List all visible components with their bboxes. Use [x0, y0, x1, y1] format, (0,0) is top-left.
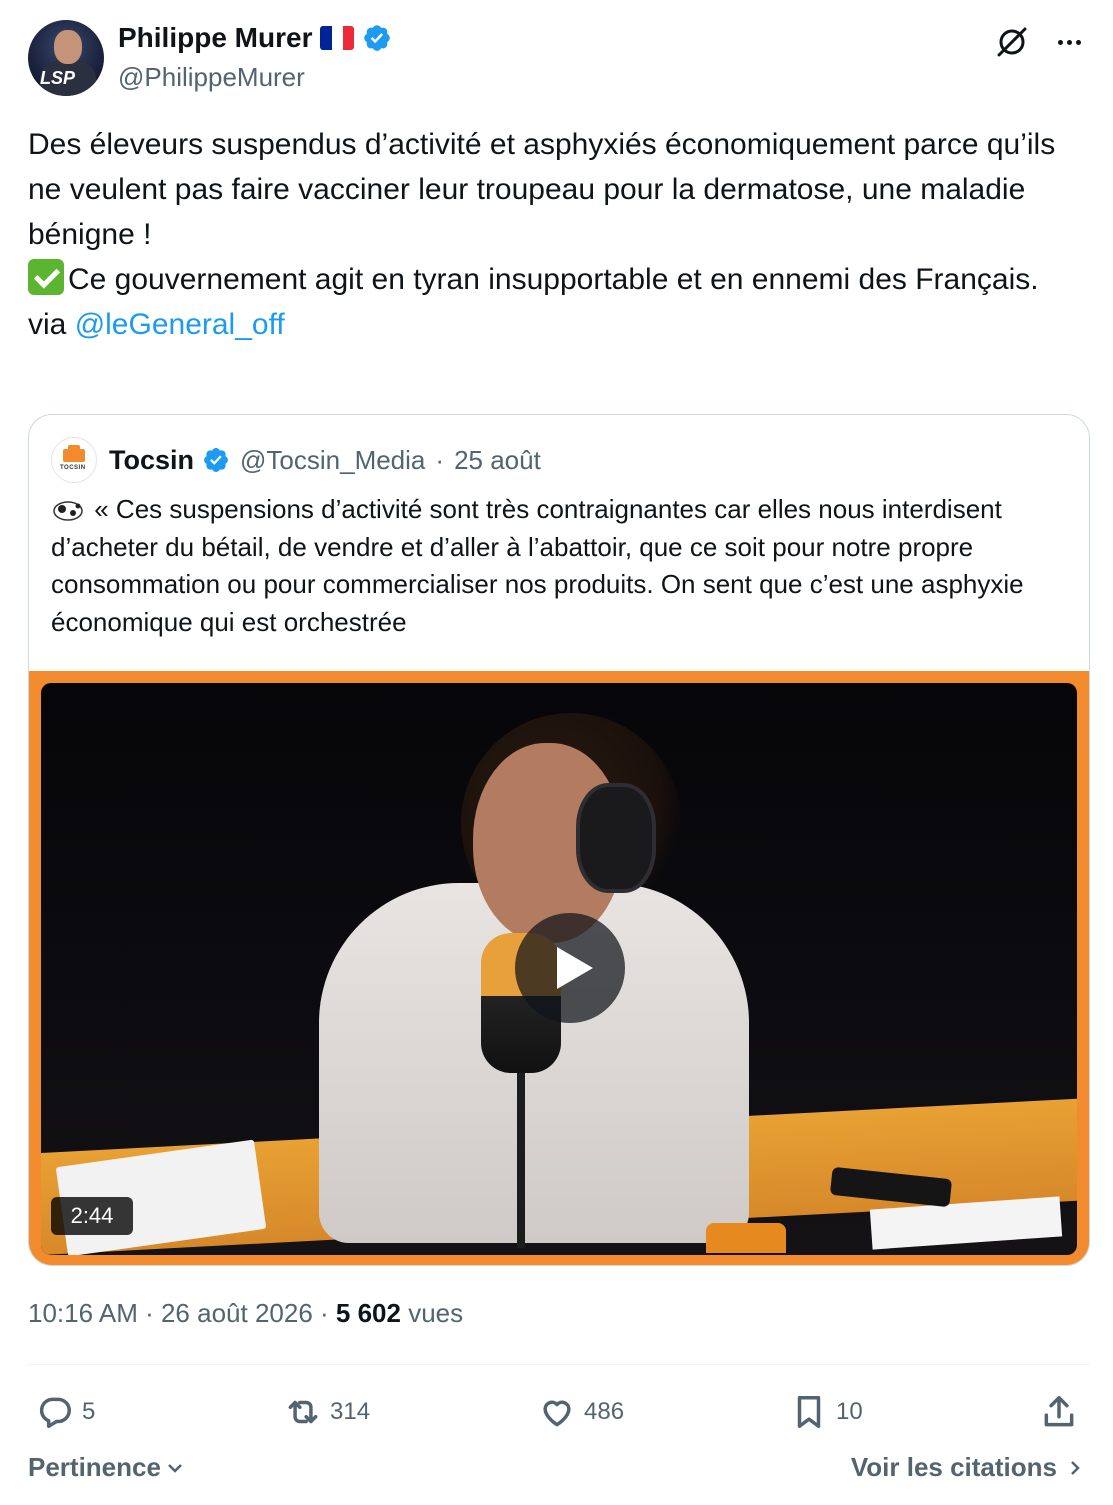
tweet-time[interactable]: 10:16 AM	[28, 1298, 138, 1328]
quoted-tweet[interactable]: TOCSIN Tocsin @Tocsin_Media · 25 août « …	[28, 414, 1090, 1266]
like-count: 486	[584, 1398, 625, 1425]
view-quotes-link[interactable]: Voir les citations	[851, 1452, 1085, 1483]
tweet-text: Des éleveurs suspendus d’activité et asp…	[28, 122, 1090, 347]
quoted-tweet-text: « Ces suspensions d’activité sont très c…	[51, 491, 1071, 641]
repost-icon	[288, 1400, 318, 1424]
quoted-tweet-date[interactable]: 25 août	[454, 445, 541, 476]
cow-icon	[53, 501, 83, 521]
bookmark-count: 10	[836, 1398, 863, 1425]
tweet-header: LSP Philippe Murer @PhilippeMurer	[28, 20, 1090, 98]
more-options-icon[interactable]	[1052, 24, 1086, 60]
reply-count: 5	[82, 1398, 96, 1425]
tocsin-logo-text: TOCSIN	[60, 465, 86, 471]
video-duration: 2:44	[51, 1197, 133, 1235]
quoted-tweet-header: TOCSIN Tocsin @Tocsin_Media · 25 août	[51, 437, 541, 483]
meta-separator: ·	[435, 444, 445, 475]
share-icon	[1044, 1396, 1074, 1427]
quoted-tweet-body: « Ces suspensions d’activité sont très c…	[51, 494, 1024, 637]
author-avatar[interactable]: LSP	[28, 20, 104, 96]
like-button[interactable]: 486	[538, 1388, 624, 1436]
quoted-author-name[interactable]: Tocsin	[109, 445, 194, 476]
verified-badge-icon	[364, 25, 391, 51]
via-label: via	[28, 308, 75, 341]
video-player[interactable]: 2:44	[29, 671, 1089, 1265]
sort-label: Pertinence	[28, 1452, 161, 1482]
divider	[28, 1364, 1090, 1365]
verified-badge-icon	[204, 448, 228, 472]
chevron-down-icon	[168, 1463, 182, 1473]
chevron-right-icon	[1071, 1460, 1080, 1475]
play-icon[interactable]	[515, 913, 625, 1023]
repost-button[interactable]: 314	[284, 1388, 370, 1436]
bookmark-icon	[797, 1396, 821, 1428]
views-count: 5 602	[335, 1298, 401, 1328]
tweet-paragraph-1: Des éleveurs suspendus d’activité et asp…	[28, 128, 1064, 251]
flag-france-icon	[320, 26, 355, 50]
quoted-author-handle[interactable]: @Tocsin_Media	[240, 445, 425, 476]
tocsin-avatar[interactable]: TOCSIN	[51, 437, 97, 483]
author-name-row: Philippe Murer	[118, 22, 392, 54]
video-thumbnail: 2:44	[41, 683, 1077, 1255]
views-label: vues	[400, 1298, 464, 1328]
sort-dropdown[interactable]: Pertinence	[28, 1452, 185, 1483]
view-quotes-label: Voir les citations	[850, 1452, 1057, 1482]
reply-icon	[39, 1397, 71, 1428]
author-handle[interactable]: @PhilippeMurer	[118, 62, 305, 93]
repost-count: 314	[330, 1398, 371, 1425]
tweet-timestamp: 10:16 AM · 26 août 2026 · 5 602 vues	[28, 1298, 463, 1329]
author-name[interactable]: Philippe Murer	[118, 22, 312, 54]
reply-button[interactable]: 5	[36, 1388, 95, 1436]
bookmark-button[interactable]: 10	[790, 1388, 863, 1436]
check-mark-icon	[28, 259, 64, 295]
meta-dot: ·	[137, 1298, 161, 1328]
share-button[interactable]	[1040, 1388, 1078, 1436]
mention-link[interactable]: @leGeneral_off	[75, 308, 285, 341]
tweet-paragraph-2: Ce gouvernement agit en tyran insupporta…	[68, 263, 1039, 296]
action-bar: 5 314 486 10	[28, 1388, 1090, 1436]
grok-icon[interactable]	[994, 24, 1030, 60]
tweet-date[interactable]: 26 août 2026	[161, 1298, 313, 1328]
heart-icon	[543, 1400, 571, 1427]
meta-dot: ·	[312, 1298, 336, 1328]
